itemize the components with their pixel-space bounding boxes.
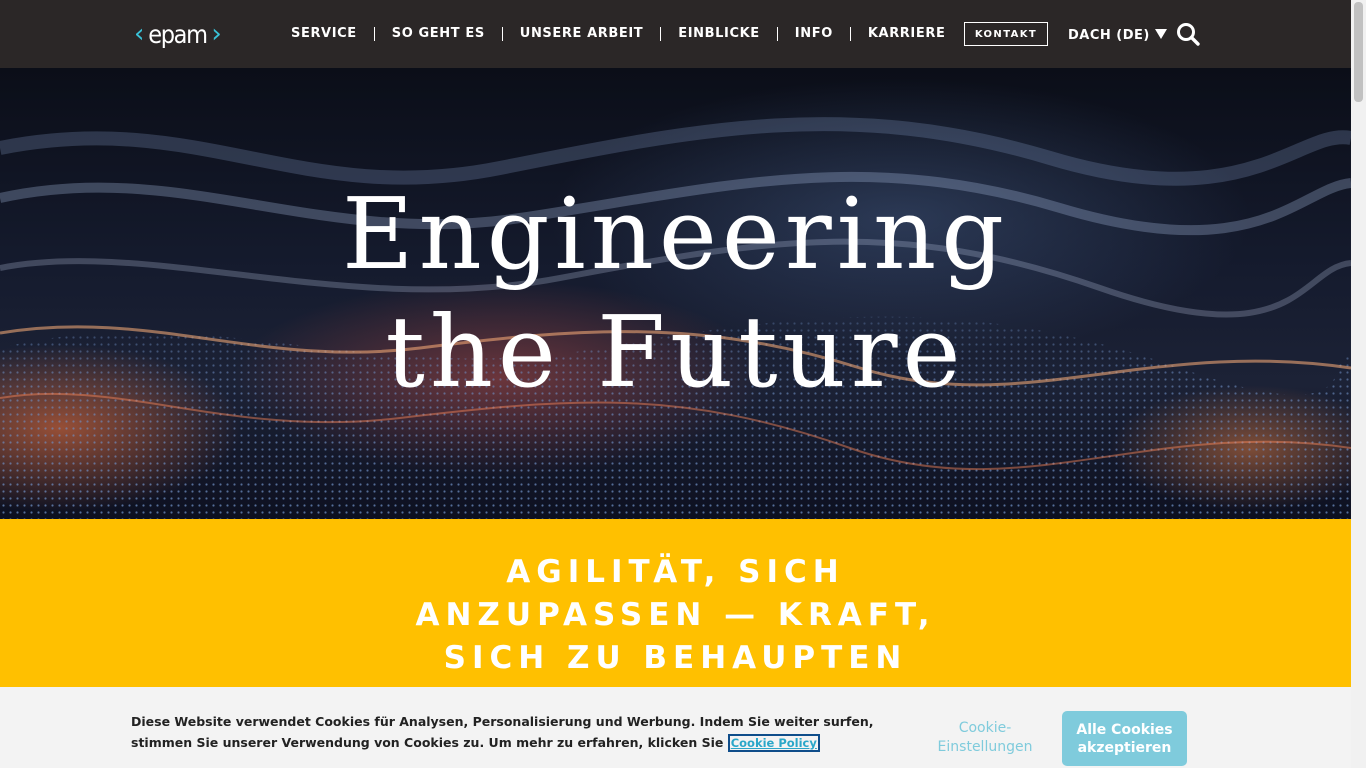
site-header: ‹ epam › SERVICE SO GEHT ES UNSERE ARBEI…: [0, 0, 1351, 68]
hero-title-line1: Engineering: [342, 178, 1009, 292]
accept-line2: akzeptieren: [1077, 739, 1172, 756]
cookie-message-line2: stimmen Sie unserer Verwendung von Cooki…: [131, 735, 724, 750]
accept-line1: Alle Cookies: [1076, 721, 1173, 738]
page-scrollbar[interactable]: [1351, 0, 1366, 768]
cookie-settings-button[interactable]: Cookie- Einstellungen: [924, 719, 1046, 757]
cookie-policy-link[interactable]: Cookie Policy: [727, 734, 820, 752]
cookie-settings-line2: Einstellungen: [937, 739, 1033, 755]
cookie-settings-line1: Cookie-: [958, 720, 1012, 736]
logo-bracket-right: ›: [211, 19, 222, 49]
region-selector[interactable]: DACH (DE): [1068, 26, 1167, 44]
page: ‹ epam › SERVICE SO GEHT ES UNSERE ARBEI…: [0, 0, 1351, 768]
cookie-message: Diese Website verwendet Cookies für Anal…: [131, 711, 891, 754]
search-icon[interactable]: [1175, 21, 1201, 47]
tagline-line3: SICH ZU BEHAUPTEN: [443, 640, 908, 676]
main-nav: SERVICE SO GEHT ES UNSERE ARBEIT EINBLIC…: [274, 24, 962, 44]
cookie-message-line1: Diese Website verwendet Cookies für Anal…: [131, 714, 874, 729]
caret-down-icon: [1154, 29, 1167, 39]
hero-section: Engineering the Future: [0, 68, 1351, 519]
contact-button[interactable]: KONTAKT: [964, 22, 1048, 46]
nav-item-service[interactable]: SERVICE: [274, 27, 374, 41]
region-label: DACH (DE): [1068, 27, 1150, 43]
hero-title-line2: the Future: [385, 296, 966, 410]
nav-item-so-geht-es[interactable]: SO GEHT ES: [373, 27, 502, 41]
cookie-banner: Diese Website verwendet Cookies für Anal…: [0, 687, 1351, 768]
nav-item-info[interactable]: INFO: [776, 27, 850, 41]
nav-item-karriere[interactable]: KARRIERE: [849, 27, 963, 41]
hero-title: Engineering the Future: [0, 176, 1351, 412]
accept-all-cookies-button[interactable]: Alle Cookies akzeptieren: [1062, 711, 1187, 766]
tagline-line1: AGILITÄT, SICH: [506, 554, 845, 590]
epam-logo[interactable]: ‹ epam ›: [134, 18, 222, 50]
scrollbar-thumb[interactable]: [1354, 2, 1363, 102]
nav-item-unsere-arbeit[interactable]: UNSERE ARBEIT: [501, 27, 660, 41]
tagline-line2: ANZUPASSEN — KRAFT,: [415, 597, 936, 633]
logo-bracket-left: ‹: [134, 19, 145, 49]
logo-text: epam: [148, 19, 209, 49]
tagline-heading: AGILITÄT, SICH ANZUPASSEN — KRAFT, SICH …: [0, 551, 1351, 680]
nav-item-einblicke[interactable]: EINBLICKE: [660, 27, 777, 41]
